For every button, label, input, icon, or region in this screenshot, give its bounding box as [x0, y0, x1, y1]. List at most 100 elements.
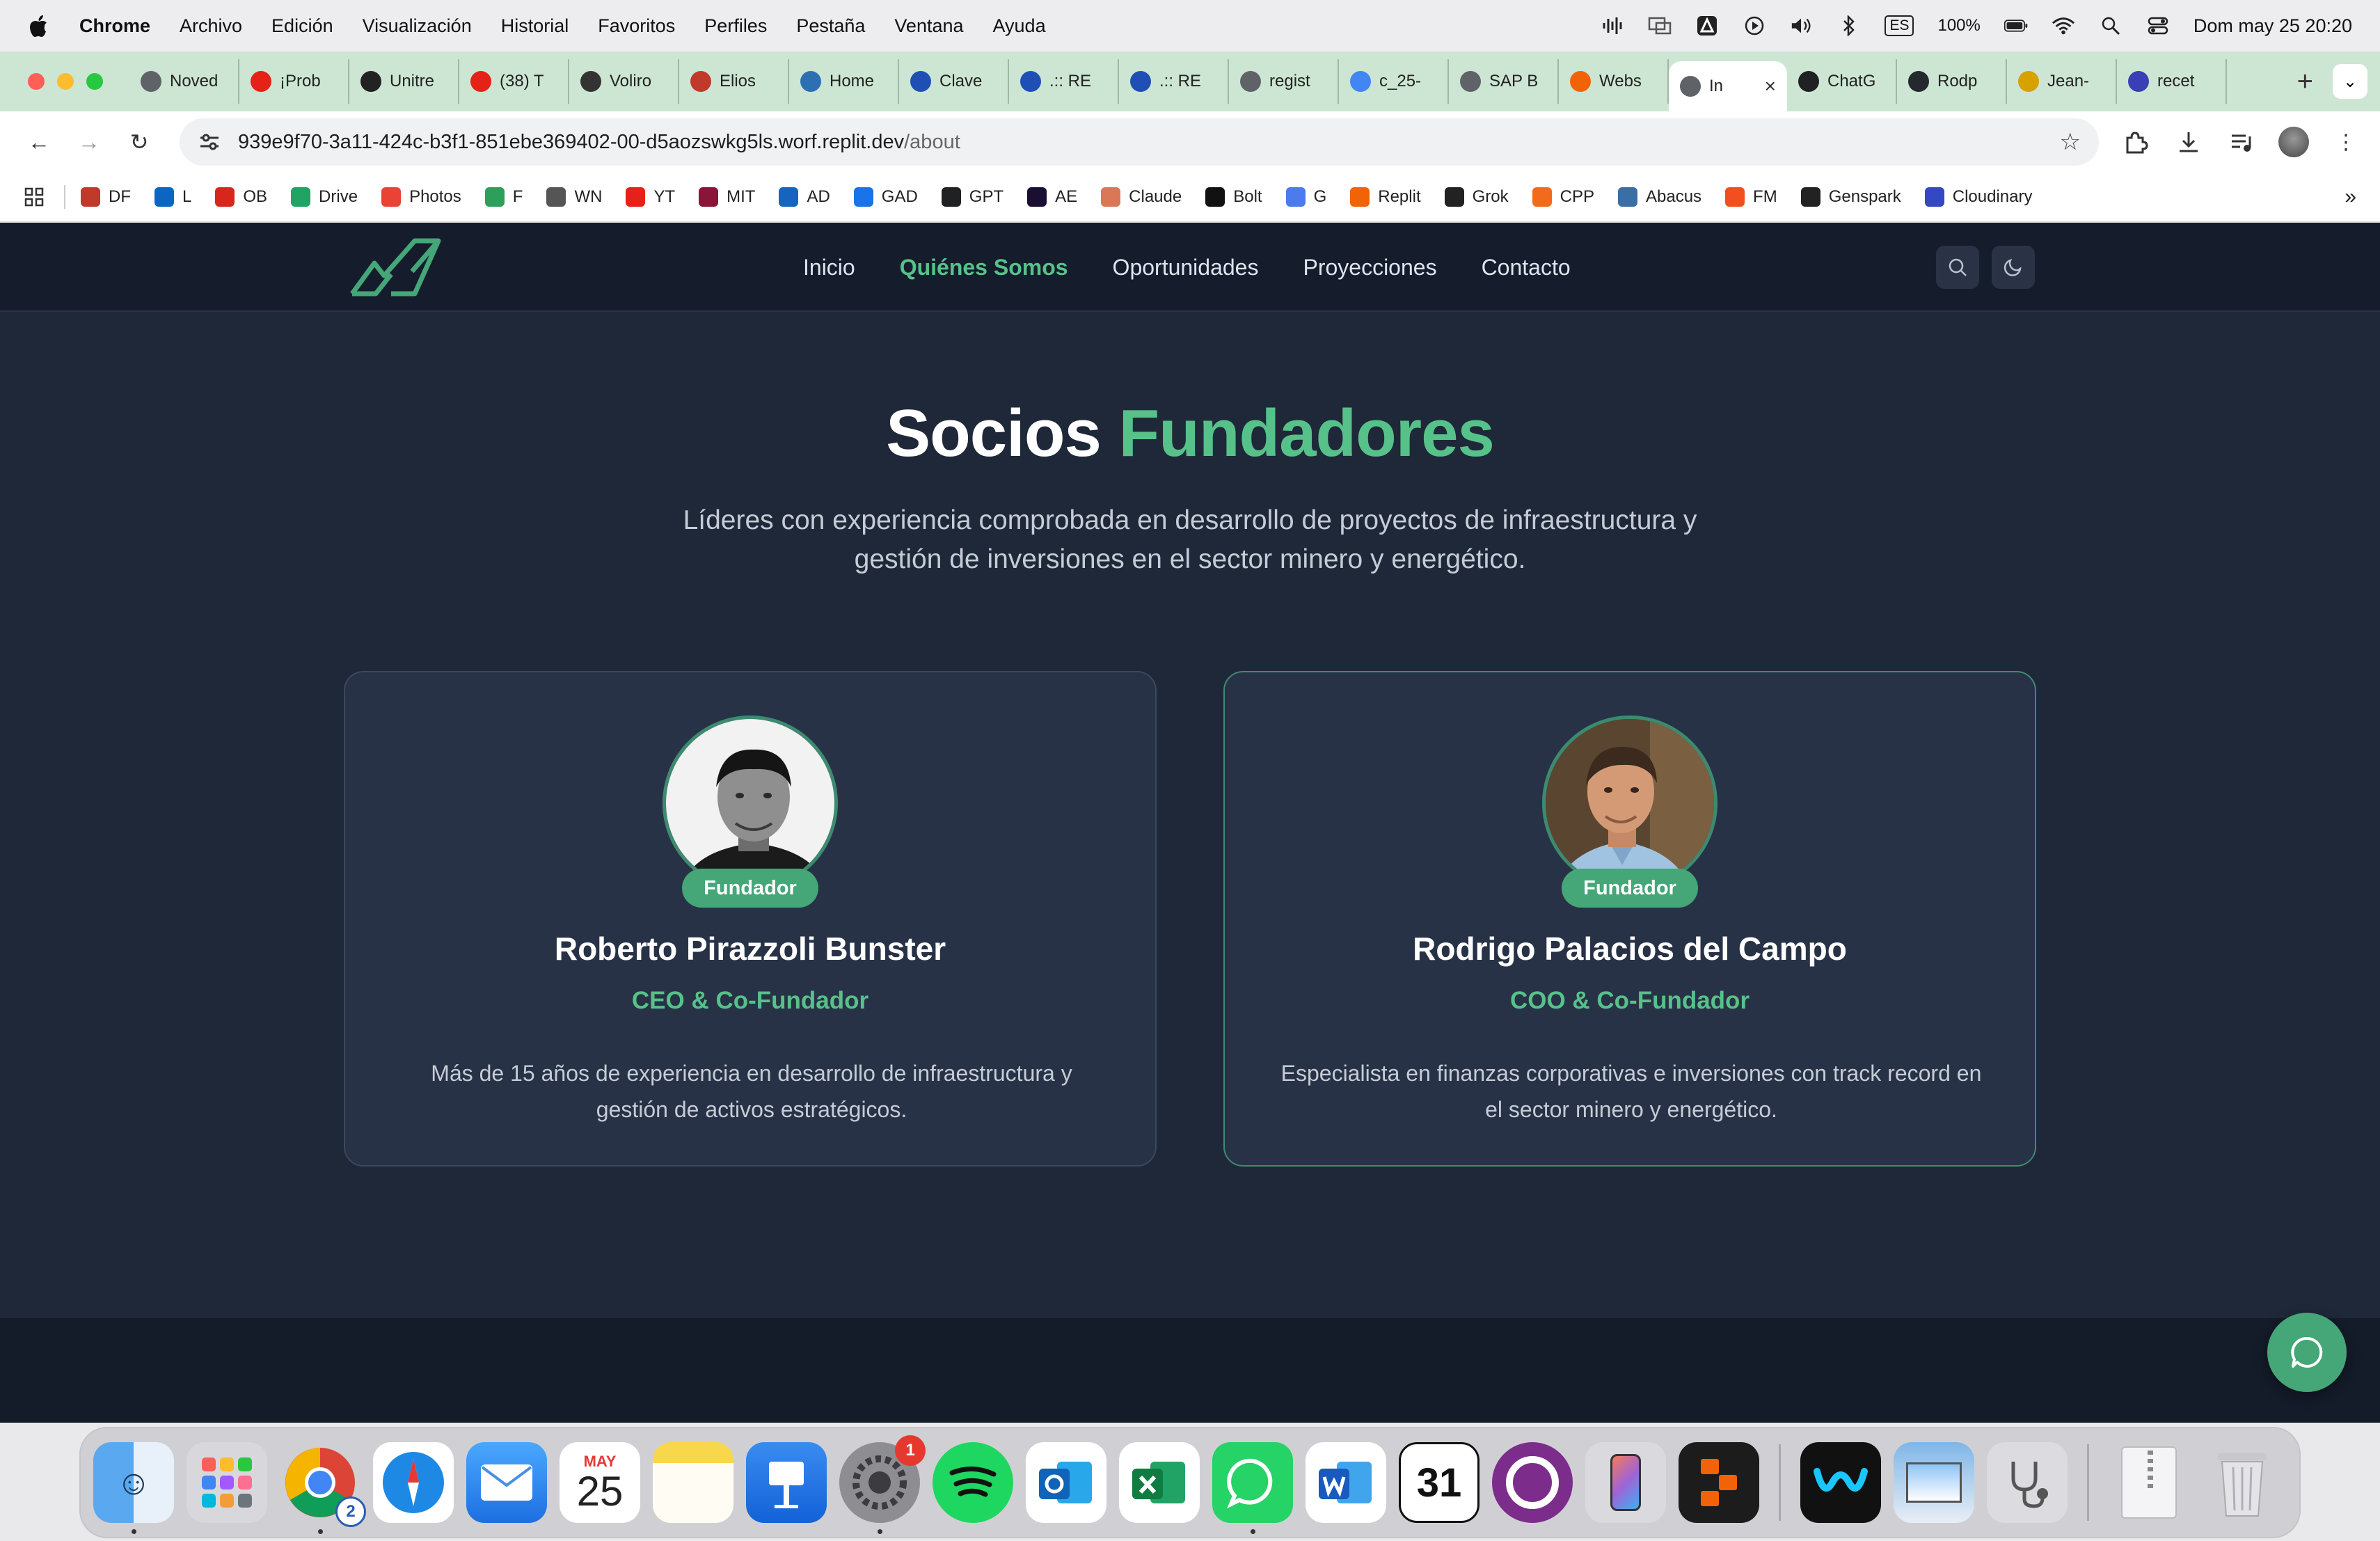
- browser-tab[interactable]: Webs: [1559, 59, 1669, 104]
- keynote-icon[interactable]: [746, 1442, 827, 1523]
- bookmarks-overflow-icon[interactable]: »: [2345, 185, 2356, 209]
- bookmark-item[interactable]: AD: [779, 187, 830, 207]
- spotify-icon[interactable]: [933, 1442, 1013, 1523]
- menu-perfiles[interactable]: Perfiles: [704, 15, 767, 37]
- browser-tab[interactable]: recet: [2117, 59, 2227, 104]
- nav-inicio[interactable]: Inicio: [803, 255, 855, 280]
- back-arrow-icon[interactable]: ←: [18, 121, 60, 163]
- browser-tab[interactable]: ¡Prob: [239, 59, 349, 104]
- site-info-icon[interactable]: [198, 130, 221, 154]
- menu-clock[interactable]: Dom may 25 20:20: [2193, 15, 2352, 37]
- browser-tab[interactable]: Jean-: [2007, 59, 2117, 104]
- more-menu-icon[interactable]: ⋮: [2330, 126, 2362, 158]
- bluetooth-icon[interactable]: [1837, 15, 1861, 36]
- bookmark-item[interactable]: Photos: [381, 187, 461, 207]
- bookmark-item[interactable]: L: [154, 187, 191, 207]
- bookmark-item[interactable]: Drive: [291, 187, 358, 207]
- nav-quienes-somos[interactable]: Quiénes Somos: [900, 255, 1068, 280]
- audio-waveform-icon[interactable]: [1601, 15, 1624, 36]
- mail-icon[interactable]: [466, 1442, 547, 1523]
- preview-icon[interactable]: [1894, 1442, 1974, 1523]
- webex-icon[interactable]: [1800, 1442, 1881, 1523]
- browser-tab[interactable]: Home: [789, 59, 899, 104]
- menu-ayuda[interactable]: Ayuda: [993, 15, 1046, 37]
- nav-oportunidades[interactable]: Oportunidades: [1113, 255, 1259, 280]
- reload-icon[interactable]: ↻: [118, 121, 160, 163]
- browser-tab[interactable]: regist: [1229, 59, 1339, 104]
- browser-tab[interactable]: Elios: [679, 59, 789, 104]
- browser-tab[interactable]: c_25-: [1339, 59, 1449, 104]
- browser-tab[interactable]: Unitre: [349, 59, 459, 104]
- bookmark-item[interactable]: YT: [626, 187, 675, 207]
- zoom-window-button[interactable]: [86, 73, 103, 90]
- bookmark-item[interactable]: Claude: [1101, 187, 1182, 207]
- system-settings-icon[interactable]: 1: [839, 1435, 926, 1534]
- company-logo[interactable]: [348, 235, 443, 299]
- control-center-icon[interactable]: [2146, 15, 2170, 36]
- browser-tab[interactable]: .:: RE: [1009, 59, 1119, 104]
- launchpad-icon[interactable]: [187, 1442, 267, 1523]
- nav-proyecciones[interactable]: Proyecciones: [1303, 255, 1436, 280]
- bookmark-item[interactable]: Replit: [1350, 187, 1421, 207]
- bookmark-item[interactable]: Grok: [1444, 187, 1509, 207]
- bookmark-item[interactable]: F: [484, 187, 523, 207]
- word-icon[interactable]: [1306, 1442, 1386, 1523]
- browser-tab-active[interactable]: In ×: [1669, 61, 1787, 111]
- bookmark-item[interactable]: Abacus: [1617, 187, 1701, 207]
- media-controls-icon[interactable]: [2226, 126, 2258, 158]
- menu-edicion[interactable]: Edición: [271, 15, 333, 37]
- app-store-icon[interactable]: [1695, 15, 1719, 36]
- calendar-icon[interactable]: MAY 25: [560, 1442, 640, 1523]
- profile-avatar[interactable]: [2278, 127, 2309, 157]
- menu-favoritos[interactable]: Favoritos: [598, 15, 675, 37]
- menu-app-name[interactable]: Chrome: [79, 15, 150, 37]
- bookmark-item[interactable]: GPT: [941, 187, 1003, 207]
- bookmark-item[interactable]: CPP: [1532, 187, 1594, 207]
- close-tab-icon[interactable]: ×: [1765, 75, 1776, 97]
- bookmark-item[interactable]: FM: [1725, 187, 1777, 207]
- bookmark-item[interactable]: G: [1285, 187, 1326, 207]
- extensions-puzzle-icon[interactable]: [2120, 126, 2152, 158]
- browser-tab[interactable]: Rodp: [1897, 59, 2007, 104]
- browser-tab[interactable]: ChatG: [1787, 59, 1897, 104]
- zip-archive-icon[interactable]: [2109, 1442, 2189, 1523]
- battery-icon[interactable]: [2004, 15, 2028, 36]
- circle-app-icon[interactable]: [1492, 1442, 1573, 1523]
- iphone-mirroring-icon[interactable]: [1585, 1442, 1666, 1523]
- menu-visualizacion[interactable]: Visualización: [363, 15, 472, 37]
- finder-icon[interactable]: ☺: [93, 1442, 174, 1534]
- minimize-window-button[interactable]: [57, 73, 74, 90]
- spotlight-search-icon[interactable]: [2099, 15, 2123, 36]
- nav-contacto[interactable]: Contacto: [1482, 255, 1571, 280]
- theme-toggle-button[interactable]: [1992, 246, 2035, 289]
- new-tab-button[interactable]: +: [2297, 66, 2313, 97]
- volume-icon[interactable]: [1790, 15, 1814, 36]
- download-icon[interactable]: [2173, 126, 2205, 158]
- bookmark-item[interactable]: Genspark: [1800, 187, 1901, 207]
- bookmark-item[interactable]: GAD: [853, 187, 918, 207]
- browser-tab[interactable]: .:: RE: [1119, 59, 1229, 104]
- forward-arrow-icon[interactable]: →: [68, 121, 110, 163]
- menu-historial[interactable]: Historial: [501, 15, 569, 37]
- ical-icon[interactable]: 31: [1399, 1442, 1479, 1523]
- whatsapp-icon[interactable]: [1212, 1442, 1293, 1534]
- browser-tab[interactable]: Clave: [899, 59, 1009, 104]
- menu-ventana[interactable]: Ventana: [894, 15, 963, 37]
- input-source-indicator[interactable]: ES: [1885, 15, 1914, 36]
- menu-pestana[interactable]: Pestaña: [796, 15, 865, 37]
- apple-logo-icon[interactable]: [28, 14, 49, 38]
- apps-grid-icon[interactable]: [24, 187, 45, 207]
- play-icon[interactable]: [1743, 15, 1766, 36]
- browser-tab[interactable]: Voliro: [569, 59, 679, 104]
- notes-icon[interactable]: [653, 1442, 733, 1523]
- browser-tab[interactable]: Noved: [129, 59, 239, 104]
- bookmark-item[interactable]: AE: [1027, 187, 1077, 207]
- stethoscope-app-icon[interactable]: [1987, 1442, 2068, 1523]
- site-search-button[interactable]: [1936, 246, 1979, 289]
- outlook-icon[interactable]: [1026, 1442, 1106, 1523]
- browser-tab[interactable]: (38) T: [459, 59, 569, 104]
- replit-icon[interactable]: [1679, 1442, 1759, 1523]
- chrome-icon[interactable]: 2: [280, 1442, 366, 1534]
- safari-icon[interactable]: [373, 1442, 454, 1523]
- excel-icon[interactable]: [1119, 1442, 1200, 1523]
